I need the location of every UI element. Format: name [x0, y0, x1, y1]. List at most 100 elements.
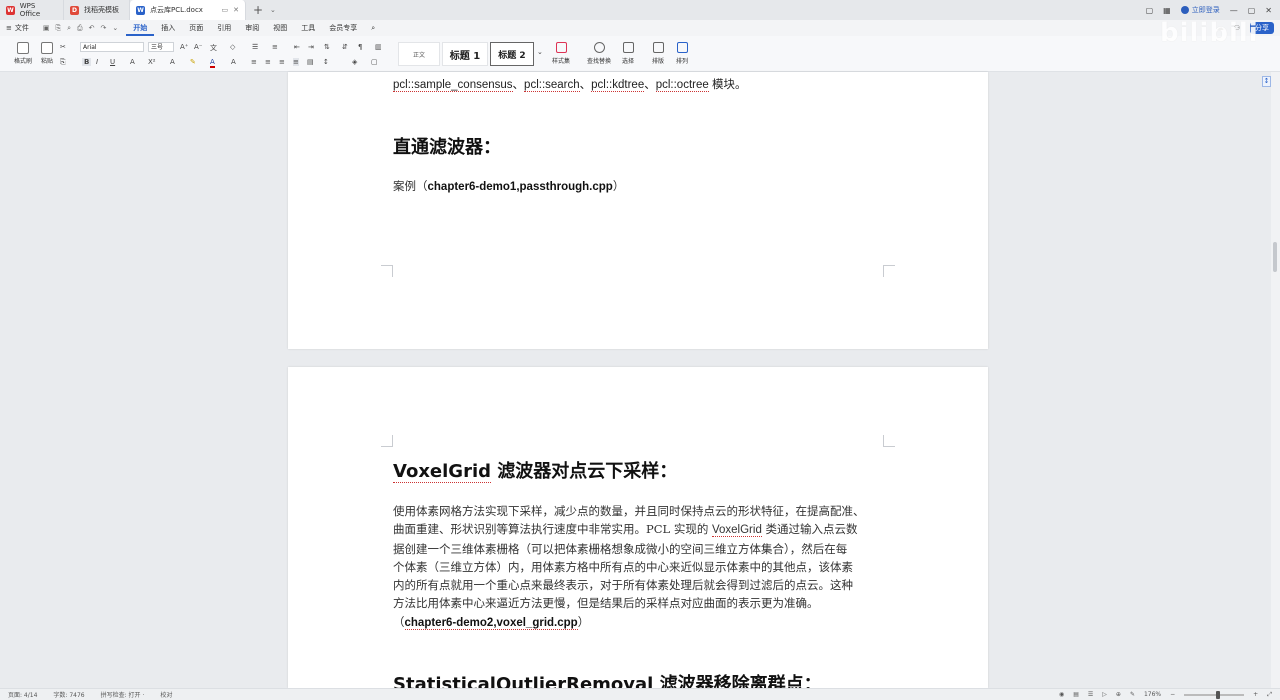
- close-tab-icon[interactable]: ✕: [233, 6, 239, 14]
- fit-page-icon[interactable]: ⤢: [1267, 691, 1272, 699]
- style-heading-1[interactable]: 标题 1: [442, 42, 488, 66]
- menu-page[interactable]: 页面: [182, 20, 210, 36]
- menu-membership[interactable]: 会员专享: [322, 20, 364, 36]
- grow-font-icon[interactable]: A⁺: [180, 43, 188, 51]
- minimize-icon[interactable]: —: [1230, 6, 1238, 15]
- align-left-icon[interactable]: ≡: [251, 58, 257, 66]
- spell-check-status[interactable]: 拼写检查: 打开 ·: [101, 690, 145, 699]
- document-page[interactable]: VoxelGrid 滤波器对点云下采样： 使用体素网格方法实现下采样，减少点的数…: [288, 367, 988, 688]
- zoom-out-icon[interactable]: −: [1170, 691, 1175, 698]
- tab-bar: W WPS Office D 找稻壳模板 W 点云库PCL.docx ▭ ✕ +…: [0, 0, 1280, 20]
- ribbon-toolbar: 格式刷 粘贴 ✂ ⎘ Arial 三号 A⁺ A⁻ 文 ◇ B I U A X²…: [0, 36, 1280, 72]
- layout-icon[interactable]: ▢: [1146, 6, 1154, 15]
- menu-references[interactable]: 引用: [210, 20, 238, 36]
- line-spacing-icon[interactable]: ↕: [323, 58, 329, 66]
- undo-icon[interactable]: ↶: [89, 24, 95, 33]
- write-mode-icon[interactable]: ✎: [1130, 691, 1135, 698]
- eye-protection-icon[interactable]: ◉: [1059, 691, 1064, 698]
- align-right-icon[interactable]: ≡: [279, 58, 285, 66]
- read-view-icon[interactable]: ▷: [1102, 691, 1107, 698]
- borders-icon[interactable]: ▢: [371, 58, 378, 66]
- paste-button[interactable]: 粘贴: [38, 42, 56, 65]
- char-border-icon[interactable]: A: [231, 58, 236, 66]
- text-direction-icon[interactable]: ⇅: [324, 43, 330, 51]
- show-marks-icon[interactable]: ¶: [358, 43, 362, 51]
- print-icon[interactable]: ⎙: [77, 24, 83, 33]
- tab-document[interactable]: W 点云库PCL.docx ▭ ✕: [130, 0, 246, 20]
- align-center-icon[interactable]: ≡: [265, 58, 271, 66]
- menu-review[interactable]: 审阅: [238, 20, 266, 36]
- shrink-font-icon[interactable]: A⁻: [194, 43, 202, 51]
- page-view-icon[interactable]: ▤: [1073, 691, 1079, 698]
- menu-tools[interactable]: 工具: [294, 20, 322, 36]
- bullet-list-icon[interactable]: ☰: [252, 43, 258, 51]
- copy-icon[interactable]: ⎘: [60, 58, 66, 67]
- shading-icon[interactable]: ◈: [352, 58, 357, 66]
- word-count[interactable]: 字数: 7476: [53, 690, 84, 699]
- tab-templates[interactable]: D 找稻壳模板: [64, 0, 130, 20]
- strikethrough-icon[interactable]: A: [130, 58, 135, 66]
- monitor-icon[interactable]: ▭: [222, 6, 229, 14]
- bold-icon[interactable]: B: [82, 58, 92, 66]
- maximize-icon[interactable]: ▢: [1248, 6, 1256, 15]
- layout-button[interactable]: 排版: [648, 42, 668, 65]
- web-view-icon[interactable]: ⊕: [1116, 691, 1121, 698]
- export-icon[interactable]: ⎘: [56, 24, 62, 33]
- zoom-level[interactable]: 176%: [1144, 691, 1161, 698]
- save-icon[interactable]: ▣: [43, 24, 50, 33]
- scrollbar-thumb[interactable]: [1273, 242, 1277, 272]
- phonetic-icon[interactable]: 文: [210, 43, 217, 53]
- redo-icon[interactable]: ↷: [101, 24, 107, 33]
- underline-icon[interactable]: U: [110, 58, 115, 66]
- clipboard-icon: [41, 42, 53, 54]
- add-tab-icon[interactable]: +: [246, 3, 270, 17]
- menu-home[interactable]: 开始: [126, 20, 155, 36]
- outline-view-icon[interactable]: ☰: [1088, 691, 1093, 698]
- font-family-select[interactable]: Arial: [80, 42, 144, 52]
- distribute-icon[interactable]: ▤: [307, 58, 314, 66]
- grid-icon[interactable]: ▦: [1163, 6, 1171, 15]
- style-body-text[interactable]: 正文: [398, 42, 440, 66]
- decrease-indent-icon[interactable]: ⇤: [294, 43, 300, 51]
- italic-icon[interactable]: I: [96, 58, 98, 66]
- superscript-icon[interactable]: X²: [148, 58, 156, 66]
- print-preview-icon[interactable]: ⌕: [67, 24, 71, 33]
- page-count[interactable]: 页面: 4/14: [8, 690, 37, 699]
- increase-indent-icon[interactable]: ⇥: [308, 43, 314, 51]
- menu-insert[interactable]: 插入: [154, 20, 182, 36]
- select-button[interactable]: 选择: [618, 42, 638, 65]
- styles-expand-icon[interactable]: ⌄: [537, 48, 543, 56]
- font-color-icon[interactable]: A: [210, 58, 215, 68]
- close-window-icon[interactable]: ✕: [1265, 6, 1272, 15]
- bookmark-icon[interactable]: ↕: [1262, 76, 1271, 87]
- justify-icon[interactable]: ≡: [293, 58, 299, 66]
- text-effect-icon[interactable]: A: [170, 58, 175, 66]
- sort-icon[interactable]: ⇵: [342, 43, 348, 51]
- search-icon[interactable]: ⌕: [364, 20, 382, 36]
- login-button[interactable]: 立即登录: [1180, 5, 1220, 15]
- word-doc-icon: W: [136, 5, 145, 15]
- styles-button[interactable]: 样式集: [548, 42, 574, 65]
- zoom-slider-knob[interactable]: [1216, 690, 1221, 699]
- tab-wps-office[interactable]: W WPS Office: [0, 0, 64, 20]
- vertical-scrollbar[interactable]: [1271, 72, 1280, 688]
- find-replace-button[interactable]: 查找替换: [584, 42, 614, 65]
- style-heading-2[interactable]: 标题 2: [490, 42, 534, 66]
- highlight-icon[interactable]: ✎: [190, 58, 196, 66]
- cut-icon[interactable]: ✂: [60, 43, 66, 51]
- clear-format-icon[interactable]: ◇: [230, 43, 235, 51]
- zoom-slider[interactable]: [1184, 690, 1245, 699]
- columns-icon[interactable]: ▥: [375, 43, 382, 51]
- more-icon[interactable]: ⌄: [112, 24, 118, 33]
- file-menu[interactable]: ≡ 文件: [0, 23, 35, 33]
- document-page[interactable]: pcl::sample_consensus、pcl::search、pcl::k…: [288, 72, 988, 349]
- format-painter-button[interactable]: 格式刷: [12, 42, 34, 65]
- proofread-status[interactable]: 校对: [160, 690, 172, 699]
- chevron-down-icon[interactable]: ⌄: [270, 6, 276, 14]
- menu-view[interactable]: 视图: [266, 20, 294, 36]
- heading-statistical-outlier-removal: StatisticalOutlierRemoval 滤波器移除离群点：: [393, 674, 822, 688]
- font-size-select[interactable]: 三号: [148, 42, 174, 52]
- numbered-list-icon[interactable]: ≡: [272, 43, 278, 51]
- arrange-button[interactable]: 排列: [672, 42, 692, 65]
- zoom-in-icon[interactable]: +: [1253, 691, 1258, 698]
